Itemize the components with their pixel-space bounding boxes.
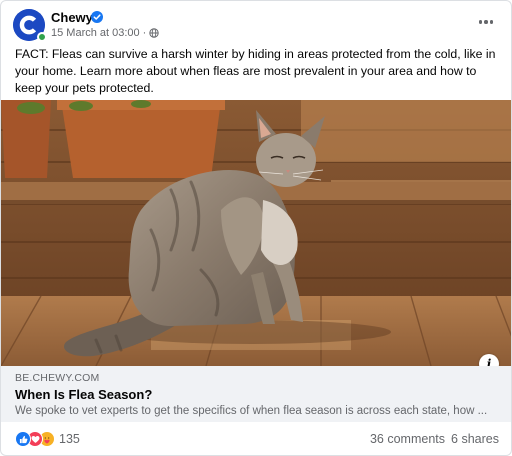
post-header: Chewy 15 March at 03:00 · <box>1 1 511 45</box>
globe-icon[interactable] <box>149 28 160 38</box>
link-title[interactable]: When Is Flea Season? <box>15 387 152 402</box>
shares-count[interactable]: 6 shares <box>451 432 499 446</box>
post-image[interactable] <box>1 100 511 366</box>
reactions-summary[interactable]: 135 <box>15 431 80 447</box>
cat-scratching-photo <box>1 100 511 366</box>
post-meta: 15 March at 03:00 · <box>51 27 160 39</box>
page-name[interactable]: Chewy <box>51 10 93 25</box>
post-date[interactable]: 15 March at 03:00 <box>51 27 140 39</box>
meta-separator: · <box>142 27 147 39</box>
reaction-count: 135 <box>59 432 80 446</box>
link-domain: BE.CHEWY.COM <box>15 372 100 384</box>
like-icon <box>15 431 31 447</box>
post-footer: 135 36 comments 6 shares <box>1 422 511 455</box>
online-status-dot <box>37 32 47 42</box>
link-preview[interactable]: BE.CHEWY.COM When Is Flea Season? We spo… <box>1 366 511 422</box>
comments-count[interactable]: 36 comments <box>370 432 445 446</box>
post-card: Chewy 15 March at 03:00 · FACT: Fleas ca… <box>0 0 512 456</box>
link-description: We spoke to vet experts to get the speci… <box>15 405 488 417</box>
verified-badge-icon <box>91 11 103 23</box>
more-options-icon[interactable] <box>475 13 497 31</box>
post-body-text: FACT: Fleas can survive a harsh winter b… <box>15 47 496 95</box>
